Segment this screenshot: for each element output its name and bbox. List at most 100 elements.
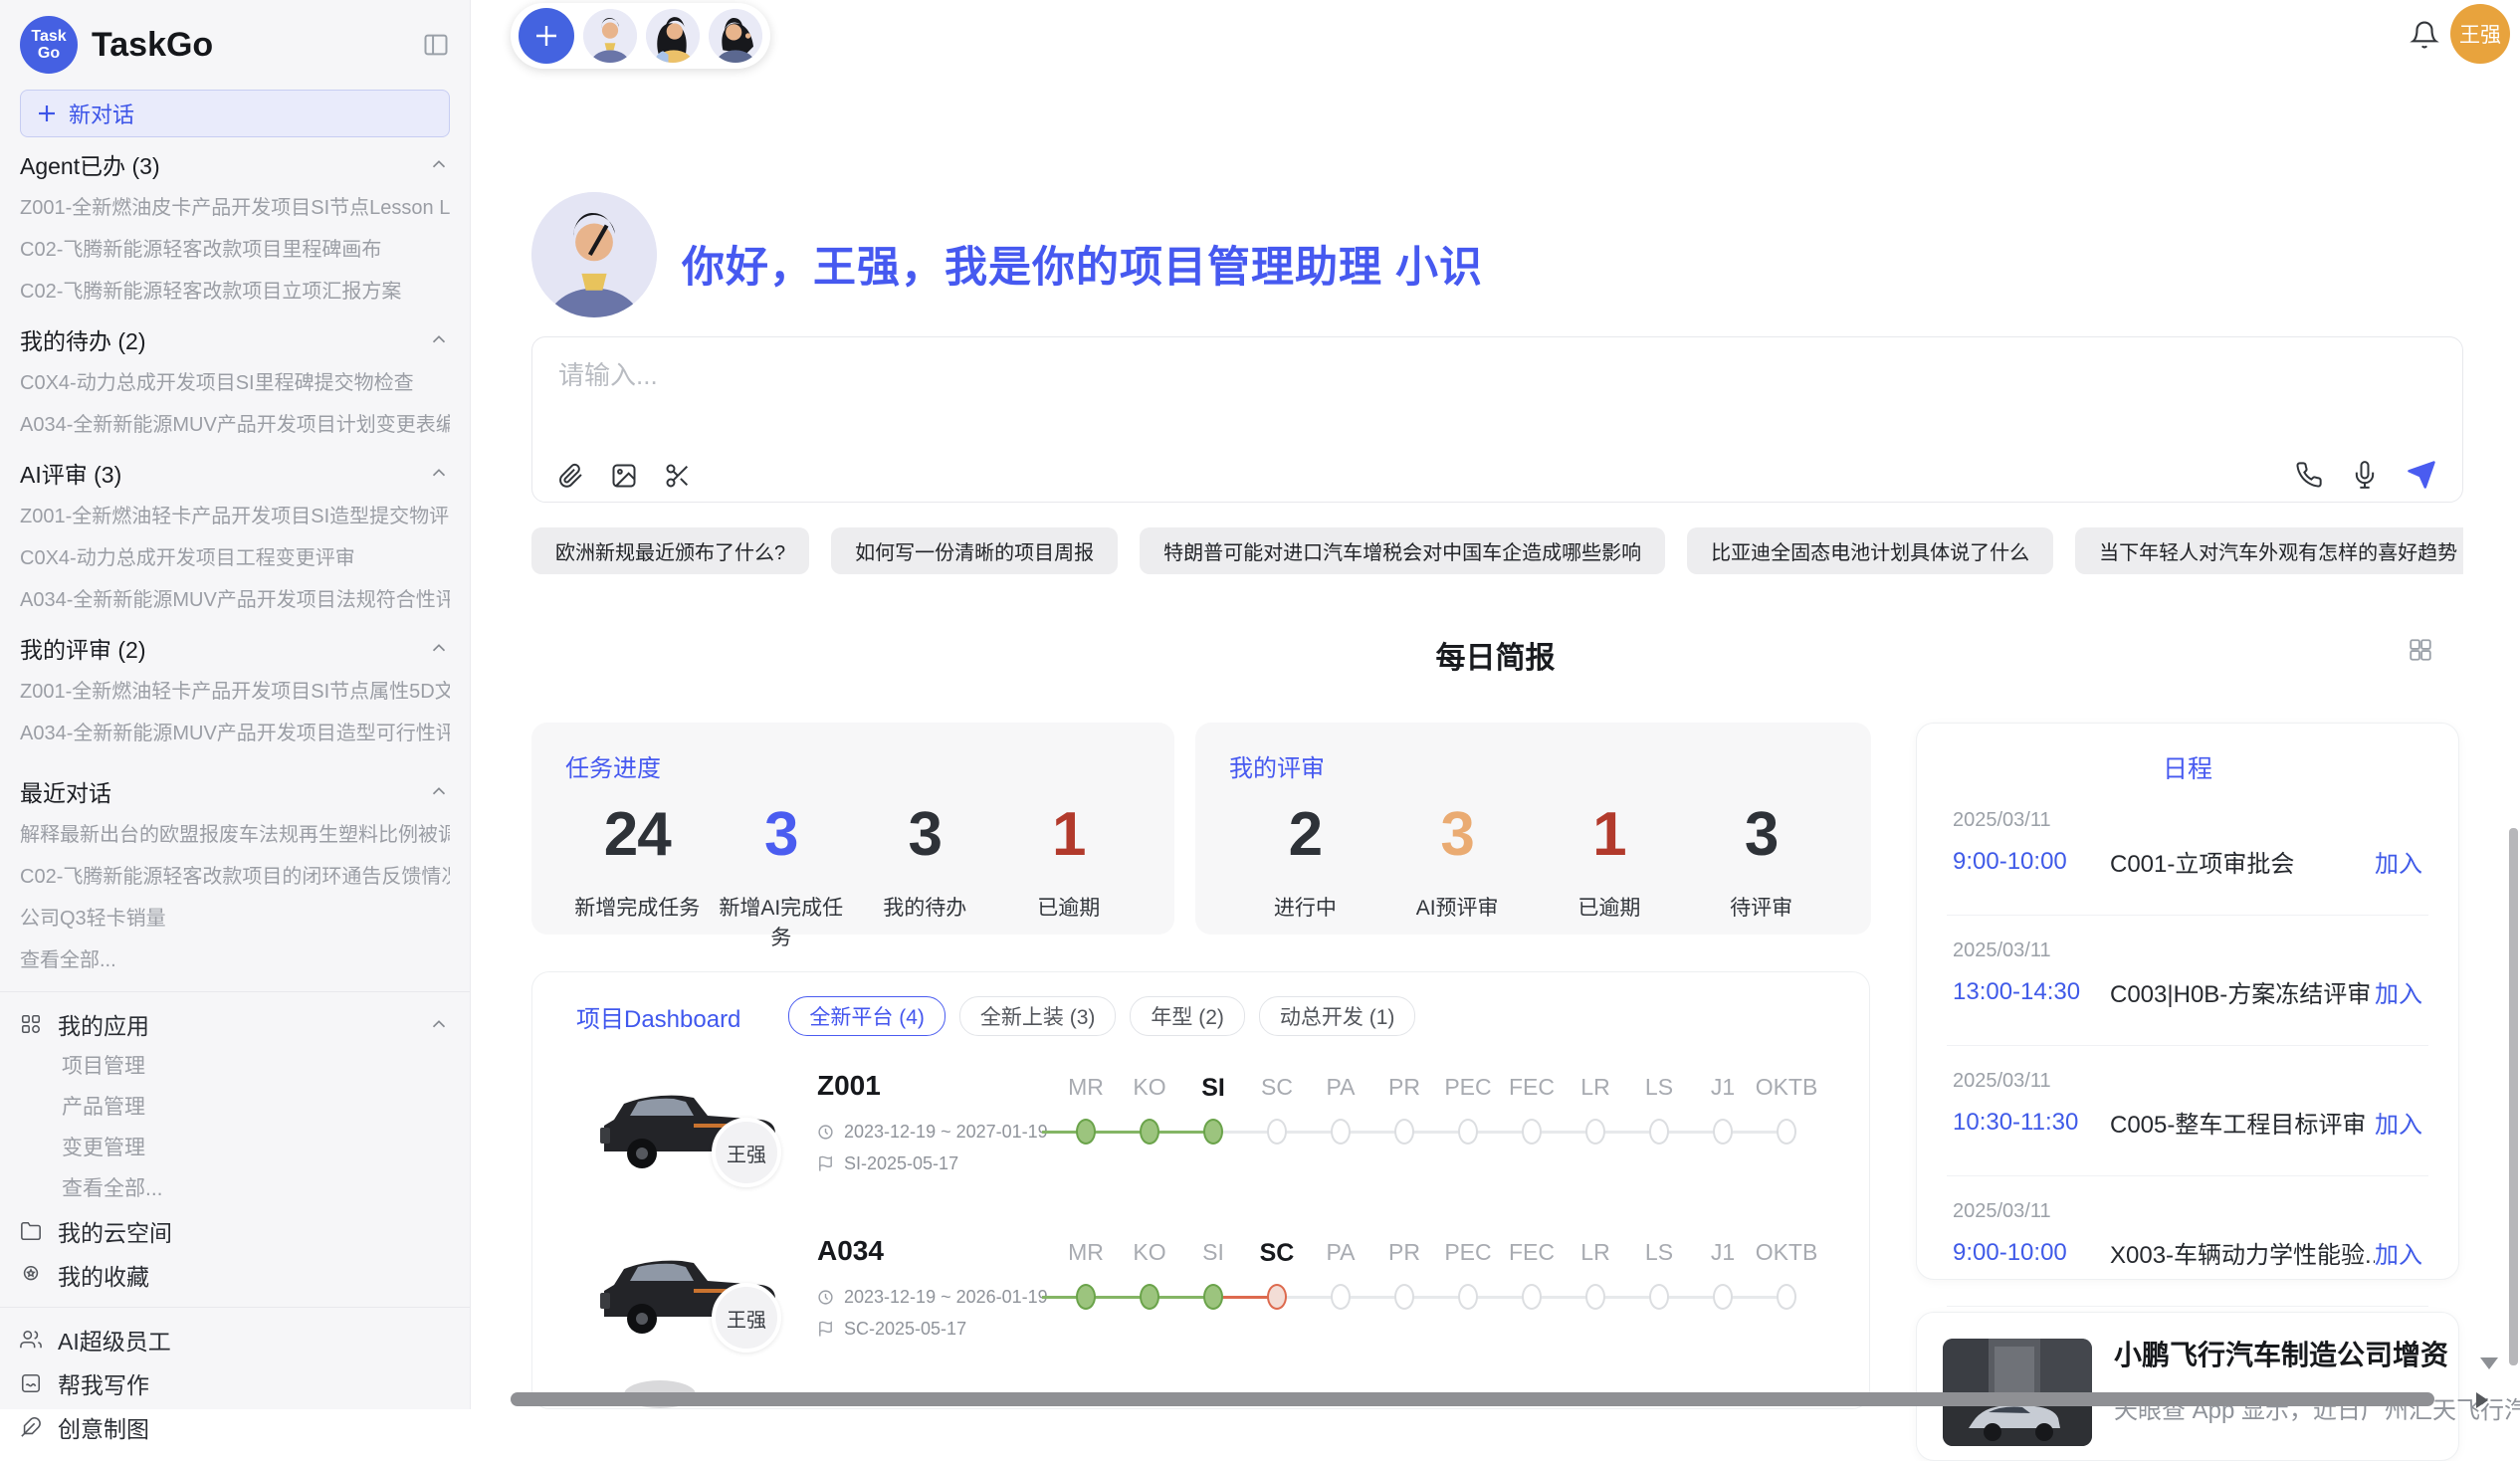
sidebar-item-help-write[interactable]: 帮我写作 [20, 1361, 450, 1405]
tab-model-year[interactable]: 年型 (2) [1130, 996, 1245, 1036]
list-item[interactable]: C02-飞腾新能源轻客改款项目立项汇报方案 [20, 271, 450, 313]
add-agent-button[interactable] [519, 8, 574, 64]
milestone-dot[interactable] [1140, 1284, 1159, 1310]
milestone-dot[interactable] [1203, 1284, 1223, 1310]
join-button[interactable]: 加入 [2375, 974, 2422, 1009]
panel-toggle-icon[interactable] [422, 31, 450, 59]
user-avatar[interactable]: 王强 [2450, 4, 2510, 64]
milestone-dot[interactable] [1267, 1119, 1287, 1145]
list-item[interactable]: C02-飞腾新能源轻客改款项目里程碑画布 [20, 229, 450, 271]
list-item[interactable]: 公司Q3轻卡销量 [20, 898, 450, 939]
notification-bell-icon[interactable] [2410, 20, 2439, 50]
milestone-dot[interactable] [1076, 1119, 1096, 1145]
section-header-ai-review[interactable]: AI评审 (3) [20, 450, 450, 496]
avatar[interactable] [583, 9, 637, 63]
milestone-dot[interactable] [1394, 1119, 1414, 1145]
milestone-dot[interactable] [1203, 1119, 1223, 1145]
send-icon[interactable] [2407, 460, 2436, 490]
list-item[interactable]: C0X4-动力总成开发项目工程变更评审 [20, 537, 450, 579]
scroll-right-arrow-icon[interactable] [2476, 1392, 2488, 1408]
milestone-dot[interactable] [1458, 1119, 1478, 1145]
milestone-dot[interactable] [1458, 1284, 1478, 1310]
project-row-z001[interactable]: 王强 Z001 2023-12-19 ~ 2027-01-19 SI-2025-… [590, 1058, 1844, 1215]
avatar[interactable] [709, 9, 762, 63]
chat-input[interactable] [556, 353, 2438, 447]
milestone-dot[interactable] [1777, 1284, 1796, 1310]
layout-grid-icon[interactable] [2408, 637, 2433, 663]
milestone-dot[interactable] [1331, 1284, 1351, 1310]
chevron-up-icon[interactable] [428, 328, 450, 350]
list-item[interactable]: C0X4-动力总成开发项目SI里程碑提交物检查 [20, 362, 450, 404]
sidebar-item-cloud-space[interactable]: 我的云空间 [20, 1209, 450, 1253]
join-button[interactable]: 加入 [2375, 844, 2422, 879]
milestone-dot[interactable] [1713, 1284, 1733, 1310]
join-button[interactable]: 加入 [2375, 1105, 2422, 1140]
stat-value: 2 [1229, 799, 1381, 870]
section-header-my-todo[interactable]: 我的待办 (2) [20, 316, 450, 362]
new-chat-button[interactable]: 新对话 [20, 90, 450, 137]
join-button[interactable]: 加入 [2375, 1235, 2422, 1270]
milestone-dot[interactable] [1267, 1284, 1287, 1310]
list-item[interactable]: 解释最新出台的欧盟报废车法规再生塑料比例被调至15%... [20, 814, 450, 856]
milestone-dot[interactable] [1649, 1284, 1669, 1310]
sidebar-item-product-mgmt[interactable]: 产品管理 [20, 1087, 450, 1128]
sidebar-item-change-mgmt[interactable]: 变更管理 [20, 1128, 450, 1168]
scroll-down-arrow-icon[interactable] [2480, 1357, 2498, 1369]
milestone-dot[interactable] [1140, 1119, 1159, 1145]
schedule-item: 2025/03/11 13:00-14:30 C003|H0B-方案冻结评审 加… [1947, 916, 2428, 1046]
list-item[interactable]: Z001-全新燃油皮卡产品开发项目SI节点Lesson Learn报告 [20, 187, 450, 229]
list-item[interactable]: C02-飞腾新能源轻客改款项目的闭环通告反馈情况 [20, 856, 450, 898]
suggestion-chip[interactable]: 比亚迪全固态电池计划具体说了什么 [1687, 527, 2053, 574]
section-header-recent-chats[interactable]: 最近对话 [20, 768, 450, 814]
tab-upfit[interactable]: 全新上装 (3) [959, 996, 1117, 1036]
phone-call-icon[interactable] [2295, 461, 2323, 489]
sidebar-item-favorites[interactable]: 我的收藏 [20, 1253, 450, 1297]
sidebar-item-ai-super-staff[interactable]: AI超级员工 [20, 1318, 450, 1361]
image-upload-icon[interactable] [610, 462, 638, 490]
schedule-item: 2025/03/11 10:30-11:30 C005-整车工程目标评审 加入 [1947, 1046, 2428, 1176]
vertical-scrollbar-thumb[interactable] [2509, 828, 2518, 1365]
milestone-dot[interactable] [1777, 1119, 1796, 1145]
list-item[interactable]: Z001-全新燃油轻卡产品开发项目SI节点属性5D文件评审 [20, 671, 450, 713]
sidebar-item-project-mgmt[interactable]: 项目管理 [20, 1046, 450, 1087]
list-item[interactable]: A034-全新新能源MUV产品开发项目法规符合性评审 [20, 579, 450, 621]
view-all-apps[interactable]: 查看全部... [20, 1168, 450, 1209]
project-row-a034[interactable]: 王强 A034 2023-12-19 ~ 2026-01-19 SC-2025-… [590, 1223, 1844, 1380]
list-item[interactable]: Z001-全新燃油轻卡产品开发项目SI造型提交物评审 [20, 496, 450, 537]
view-all-chats[interactable]: 查看全部... [20, 939, 450, 981]
milestone-dot[interactable] [1522, 1284, 1542, 1310]
chevron-up-icon[interactable] [428, 637, 450, 659]
suggestion-chip[interactable]: 如何写一份清晰的项目周报 [831, 527, 1118, 574]
section-header-agent-done[interactable]: Agent已办 (3) [20, 141, 450, 187]
horizontal-scrollbar-thumb[interactable] [511, 1392, 2434, 1406]
avatar[interactable] [646, 9, 700, 63]
microphone-icon[interactable] [2351, 461, 2379, 489]
attachment-icon[interactable] [556, 462, 584, 490]
schedule-name: C001-立项审批会 [2110, 844, 2375, 879]
suggestion-chip[interactable]: 特朗普可能对进口汽车增税会对中国车企造成哪些影响 [1140, 527, 1665, 574]
list-item[interactable]: A034-全新新能源MUV产品开发项目计划变更表编写 [20, 404, 450, 446]
chevron-up-icon[interactable] [428, 462, 450, 484]
suggestion-chip[interactable]: 当下年轻人对汽车外观有怎样的喜好趋势 [2075, 527, 2463, 574]
news-card[interactable]: 小鹏飞行汽车制造公司增资 天眼查 App 显示，近日广州汇天飞行汽... [1916, 1312, 2459, 1461]
milestone-dot[interactable] [1331, 1119, 1351, 1145]
chevron-up-icon[interactable] [428, 153, 450, 175]
milestone-dot[interactable] [1522, 1119, 1542, 1145]
scissors-icon[interactable] [664, 462, 692, 490]
sidebar-item-creative-draw[interactable]: 创意制图 [20, 1405, 450, 1449]
chevron-up-icon[interactable] [428, 780, 450, 802]
chevron-up-icon[interactable] [428, 1013, 450, 1035]
my-review-card: 我的评审 2 进行中 3 AI预评审 1 已逾期 3 待评审 [1195, 723, 1871, 935]
section-header-my-review[interactable]: 我的评审 (2) [20, 625, 450, 671]
tab-powertrain[interactable]: 动总开发 (1) [1259, 996, 1416, 1036]
sidebar-item-my-apps[interactable]: 我的应用 [20, 1002, 450, 1046]
suggestion-chip[interactable]: 欧洲新规最近颁布了什么? [531, 527, 809, 574]
milestone-dot[interactable] [1649, 1119, 1669, 1145]
list-item[interactable]: A034-全新新能源MUV产品开发项目造型可行性评审 [20, 713, 450, 754]
milestone-dot[interactable] [1585, 1284, 1605, 1310]
milestone-dot[interactable] [1394, 1284, 1414, 1310]
milestone-dot[interactable] [1585, 1119, 1605, 1145]
milestone-dot[interactable] [1076, 1284, 1096, 1310]
tab-platform[interactable]: 全新平台 (4) [788, 996, 945, 1036]
milestone-dot[interactable] [1713, 1119, 1733, 1145]
